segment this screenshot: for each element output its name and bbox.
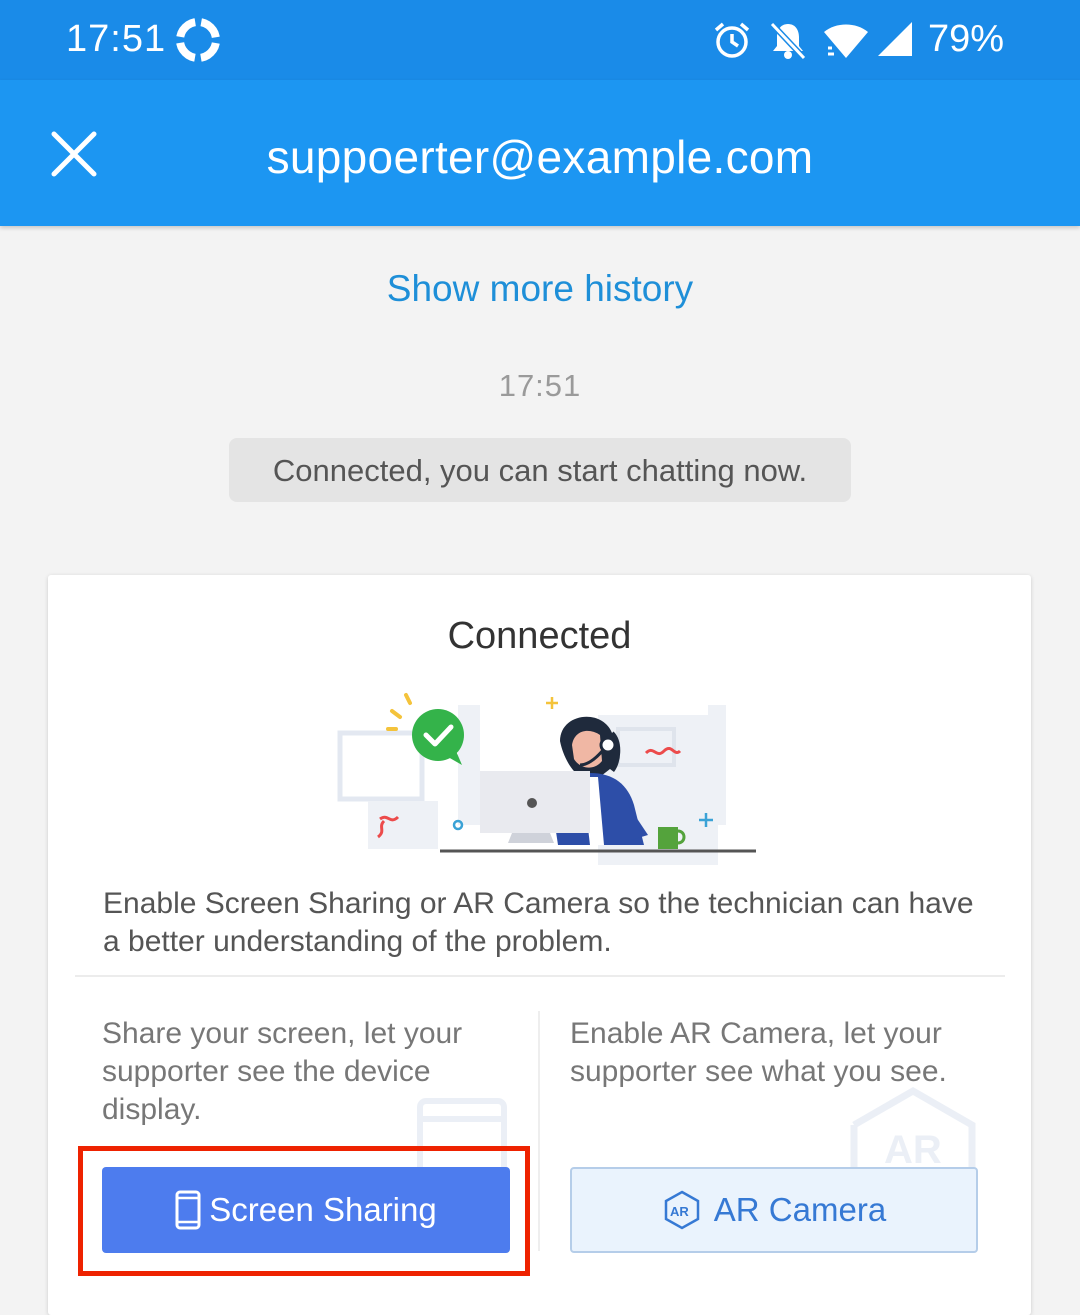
- ar-watermark-icon: AR: [850, 1086, 976, 1167]
- status-time: 17:51: [66, 18, 167, 60]
- card-title: Connected: [447, 615, 632, 657]
- battery-level: 79%: [927, 18, 1004, 60]
- ar-camera-button-label: AR Camera: [713, 1191, 887, 1228]
- phone-icon: [175, 1190, 201, 1230]
- options-divider: [538, 1011, 540, 1251]
- status-bar: 17:51 79%: [0, 0, 1080, 80]
- card-divider: [75, 975, 1005, 977]
- show-more-history-link[interactable]: Show more history: [0, 268, 1080, 310]
- support-agent-illustration: [337, 693, 756, 865]
- ar-camera-button[interactable]: AR AR Camera: [570, 1167, 978, 1253]
- card-description: Enable Screen Sharing or AR Camera so th…: [103, 887, 974, 958]
- svg-text:AR: AR: [670, 1204, 689, 1219]
- bell-off-icon: [768, 20, 808, 65]
- page-title: suppoerter@example.com: [266, 131, 814, 183]
- wifi-icon: [822, 20, 870, 65]
- svg-text:AR: AR: [884, 1128, 942, 1167]
- screen-watermark-icon: [417, 1098, 507, 1167]
- app-bar: suppoerter@example.com: [0, 80, 1080, 226]
- system-message: Connected, you can start chatting now.: [229, 438, 851, 502]
- screen-sharing-button-label: Screen Sharing: [209, 1191, 437, 1228]
- connected-card: Connected Enable Screen Sharing or AR Ca…: [48, 575, 1031, 1315]
- signal-icon: [876, 20, 914, 63]
- ar-icon: AR: [662, 1190, 702, 1230]
- alarm-icon: [712, 20, 752, 65]
- screen-sharing-button[interactable]: Screen Sharing: [102, 1167, 510, 1253]
- ar-camera-description: Enable AR Camera, let your supporter see…: [570, 1017, 947, 1088]
- chat-timestamp: 17:51: [498, 368, 582, 403]
- lifebuoy-icon: [175, 17, 221, 67]
